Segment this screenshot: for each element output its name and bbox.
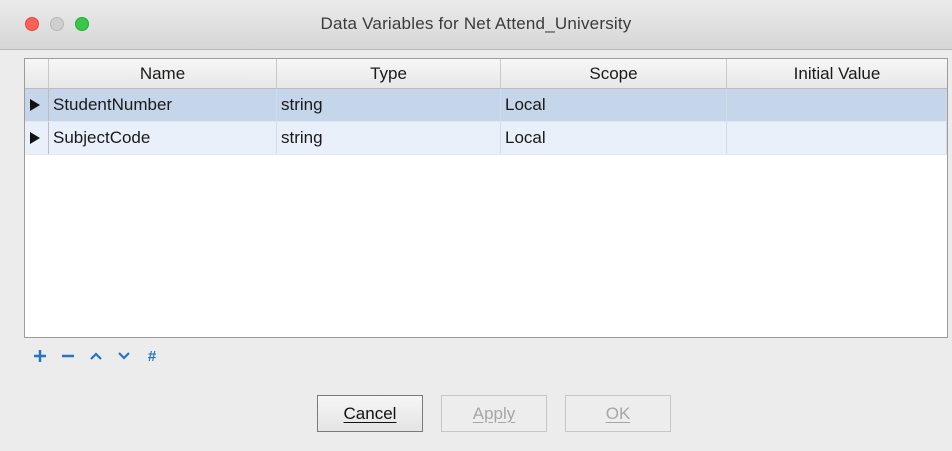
row-indicator[interactable] — [25, 122, 49, 154]
remove-variable-button[interactable] — [56, 344, 80, 368]
cell-name[interactable]: StudentNumber — [49, 89, 277, 121]
column-header-scope[interactable]: Scope — [501, 59, 727, 88]
table-row[interactable]: SubjectCode string Local — [25, 122, 947, 155]
cell-type[interactable]: string — [277, 122, 501, 154]
add-variable-button[interactable] — [28, 344, 52, 368]
column-header-name[interactable]: Name — [49, 59, 277, 88]
renumber-button[interactable]: # — [140, 344, 164, 368]
cell-scope[interactable]: Local — [501, 89, 727, 121]
column-header-initial-value[interactable]: Initial Value — [727, 59, 947, 88]
move-up-button[interactable] — [84, 344, 108, 368]
dialog-window: Data Variables for Net Attend_University… — [0, 0, 952, 451]
row-indicator-header — [25, 59, 49, 88]
ok-button[interactable]: OK — [565, 395, 671, 432]
cell-name[interactable]: SubjectCode — [49, 122, 277, 154]
title-bar: Data Variables for Net Attend_University — [0, 0, 952, 50]
plus-icon — [34, 350, 46, 362]
table-toolbar: # — [28, 344, 168, 368]
minus-icon — [62, 354, 74, 358]
variables-table: Name Type Scope Initial Value StudentNum… — [24, 58, 948, 338]
cell-scope[interactable]: Local — [501, 122, 727, 154]
table-body: StudentNumber string Local SubjectCode s… — [25, 89, 947, 155]
cancel-button[interactable]: Cancel — [317, 395, 423, 432]
column-header-type[interactable]: Type — [277, 59, 501, 88]
cell-initial-value[interactable] — [727, 122, 947, 154]
row-indicator[interactable] — [25, 89, 49, 121]
window-title: Data Variables for Net Attend_University — [320, 14, 632, 33]
table-row[interactable]: StudentNumber string Local — [25, 89, 947, 122]
apply-button[interactable]: Apply — [441, 395, 547, 432]
chevron-up-icon — [90, 352, 102, 360]
move-down-button[interactable] — [112, 344, 136, 368]
dialog-buttons: Cancel Apply OK — [317, 395, 671, 432]
hash-icon: # — [147, 347, 157, 365]
expand-arrow-icon[interactable] — [30, 132, 40, 144]
cell-type[interactable]: string — [277, 89, 501, 121]
table-header: Name Type Scope Initial Value — [25, 59, 947, 89]
cell-initial-value[interactable] — [727, 89, 947, 121]
chevron-down-icon — [118, 352, 130, 360]
expand-arrow-icon[interactable] — [30, 99, 40, 111]
